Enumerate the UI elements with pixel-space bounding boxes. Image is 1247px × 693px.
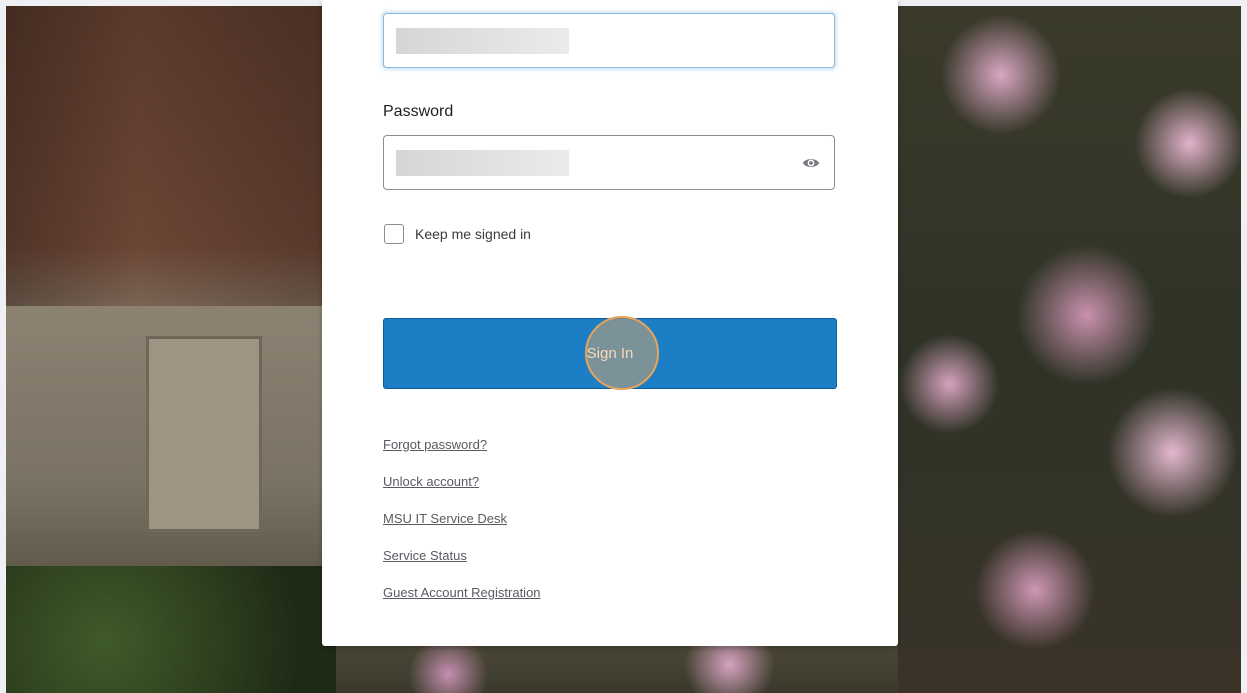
- service-status-link[interactable]: Service Status: [383, 547, 541, 584]
- background-relief-carving: [146, 336, 262, 532]
- keep-signed-in-label: Keep me signed in: [415, 226, 531, 242]
- background-tower-image: [6, 6, 336, 693]
- password-input[interactable]: [383, 135, 835, 190]
- background-bottom-image: [336, 646, 898, 693]
- background-foliage: [6, 566, 336, 693]
- login-card: Password Keep me signed in Sign In Forgo…: [322, 0, 898, 646]
- redacted-password-value: [396, 150, 569, 176]
- guest-registration-link[interactable]: Guest Account Registration: [383, 584, 541, 621]
- password-label: Password: [383, 103, 454, 120]
- username-input[interactable]: [383, 13, 835, 68]
- eye-icon[interactable]: [802, 154, 820, 172]
- forgot-password-link[interactable]: Forgot password?: [383, 436, 541, 473]
- unlock-account-link[interactable]: Unlock account?: [383, 473, 541, 510]
- help-links: Forgot password? Unlock account? MSU IT …: [383, 436, 541, 621]
- sign-in-label: Sign In: [586, 345, 634, 362]
- sign-in-button[interactable]: Sign In: [383, 318, 837, 389]
- background-magnolia-image: [898, 6, 1241, 693]
- redacted-username-value: [396, 28, 569, 54]
- keep-signed-in-checkbox[interactable]: [384, 224, 404, 244]
- service-desk-link[interactable]: MSU IT Service Desk: [383, 510, 541, 547]
